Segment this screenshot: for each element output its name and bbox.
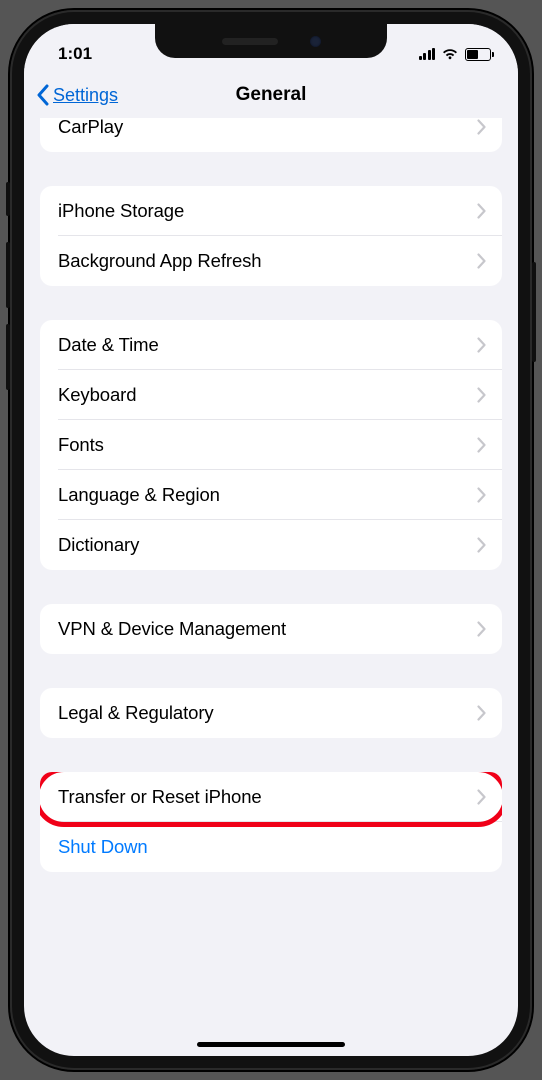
row-label: Transfer or Reset iPhone <box>58 786 262 808</box>
row-label: Dictionary <box>58 534 139 556</box>
cellular-signal-icon <box>419 48 436 60</box>
settings-group: Legal & Regulatory <box>40 688 502 738</box>
chevron-right-icon <box>477 705 486 721</box>
row-shut-down[interactable]: Shut Down <box>40 822 502 872</box>
settings-group: Date & Time Keyboard Fonts Language & Regio… <box>40 320 502 570</box>
settings-group: iPhone Storage Background App Refresh <box>40 186 502 286</box>
chevron-right-icon <box>477 253 486 269</box>
row-label: Keyboard <box>58 384 136 406</box>
chevron-right-icon <box>477 537 486 553</box>
row-legal-regulatory[interactable]: Legal & Regulatory <box>40 688 502 738</box>
volume-up-button <box>6 242 10 308</box>
chevron-right-icon <box>477 203 486 219</box>
chevron-right-icon <box>477 621 486 637</box>
row-keyboard[interactable]: Keyboard <box>40 370 502 420</box>
chevron-right-icon <box>477 119 486 135</box>
row-carplay[interactable]: CarPlay <box>40 118 502 152</box>
phone-frame: 1:01 Sett <box>10 10 532 1070</box>
chevron-right-icon <box>477 337 486 353</box>
settings-group: CarPlay <box>40 118 502 152</box>
row-label: Background App Refresh <box>58 250 262 272</box>
content-scroll[interactable]: CarPlay iPhone Storage Background App Refr… <box>24 118 518 1056</box>
row-dictionary[interactable]: Dictionary <box>40 520 502 570</box>
chevron-right-icon <box>477 437 486 453</box>
row-label: VPN & Device Management <box>58 618 286 640</box>
speaker <box>222 38 278 45</box>
row-vpn-device-management[interactable]: VPN & Device Management <box>40 604 502 654</box>
row-label: Shut Down <box>58 836 148 858</box>
chevron-left-icon <box>36 84 49 106</box>
page-title: General <box>236 84 307 106</box>
row-label: Legal & Regulatory <box>58 702 214 724</box>
row-language-region[interactable]: Language & Region <box>40 470 502 520</box>
screen: 1:01 Sett <box>24 24 518 1056</box>
row-label: Language & Region <box>58 484 220 506</box>
battery-icon <box>465 48 494 61</box>
volume-down-button <box>6 324 10 390</box>
chevron-right-icon <box>477 789 486 805</box>
side-button <box>532 262 536 362</box>
row-iphone-storage[interactable]: iPhone Storage <box>40 186 502 236</box>
row-label: CarPlay <box>58 118 123 138</box>
settings-group: Transfer or Reset iPhone Shut Down <box>40 772 502 872</box>
row-background-app-refresh[interactable]: Background App Refresh <box>40 236 502 286</box>
row-label: Date & Time <box>58 334 159 356</box>
nav-bar: Settings General <box>24 72 518 118</box>
status-time: 1:01 <box>58 44 92 64</box>
chevron-right-icon <box>477 387 486 403</box>
camera <box>310 36 321 47</box>
back-button[interactable]: Settings <box>36 84 118 106</box>
row-label: iPhone Storage <box>58 200 184 222</box>
row-transfer-or-reset[interactable]: Transfer or Reset iPhone <box>40 772 502 822</box>
settings-group: VPN & Device Management <box>40 604 502 654</box>
chevron-right-icon <box>477 487 486 503</box>
notch <box>155 24 387 58</box>
mute-switch <box>6 182 10 216</box>
row-label: Fonts <box>58 434 104 456</box>
back-label: Settings <box>53 85 118 106</box>
home-indicator[interactable] <box>197 1042 345 1047</box>
row-date-time[interactable]: Date & Time <box>40 320 502 370</box>
wifi-icon <box>441 47 459 61</box>
row-fonts[interactable]: Fonts <box>40 420 502 470</box>
